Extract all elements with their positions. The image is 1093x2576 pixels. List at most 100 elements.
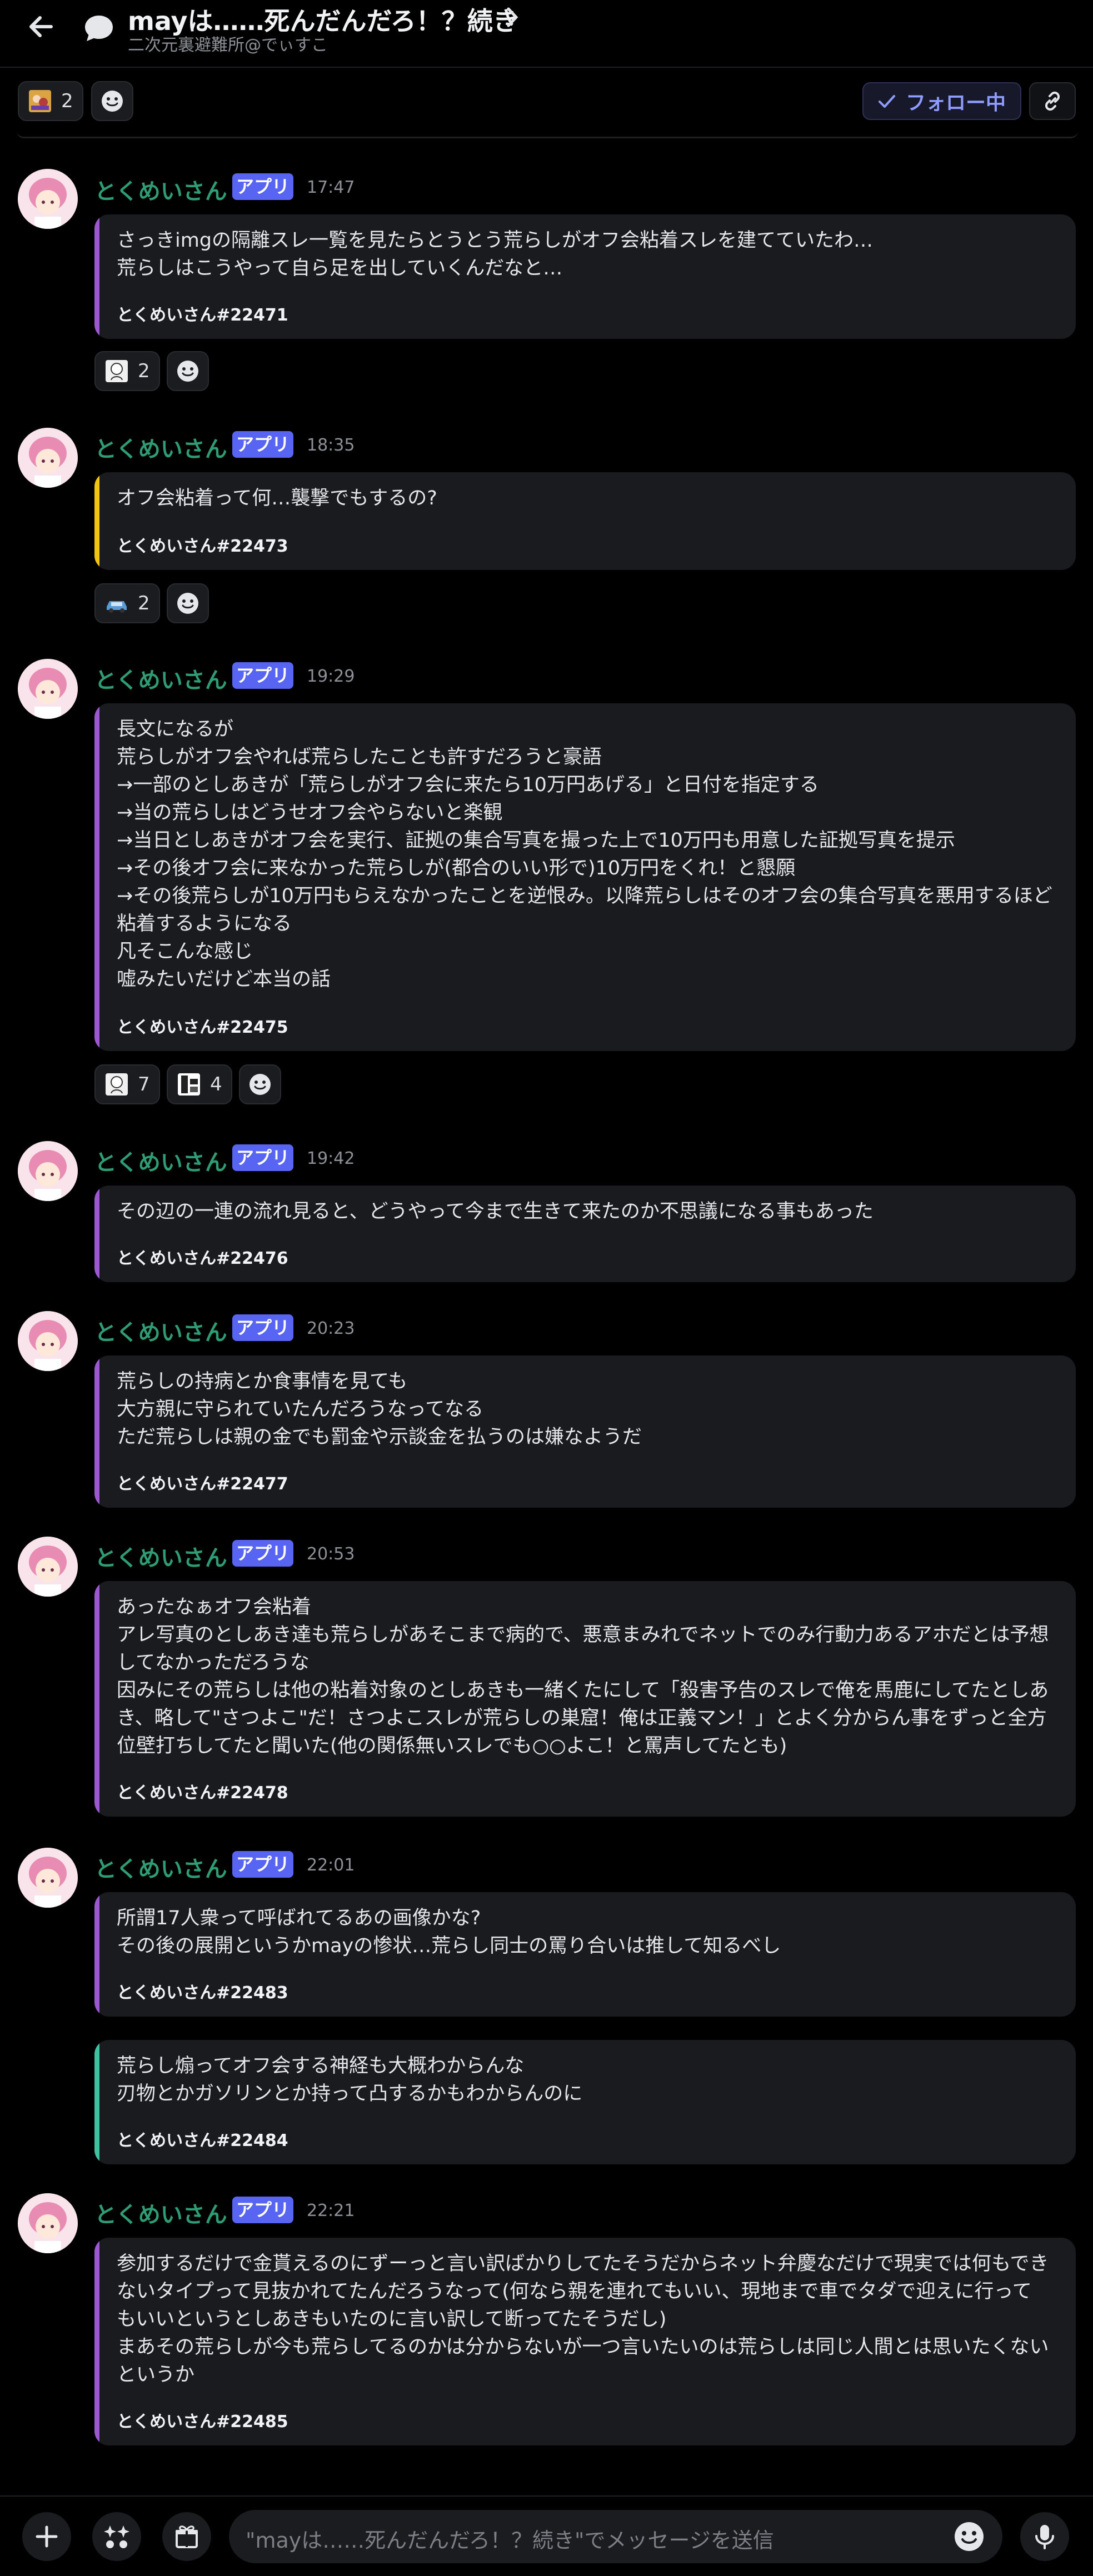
message-line: ないタイプって見抜かれてたんだろうなって(何なら親を連れてもいい、現地まで車でタ… — [117, 2280, 1032, 2303]
author-name[interactable]: とくめいさん — [94, 2197, 227, 2229]
gift-icon — [176, 2525, 198, 2548]
divider — [17, 131, 1078, 138]
card-accent-bar — [94, 703, 99, 1051]
channel-subtitle: 二次元裏避難所@でぃすこ — [128, 36, 328, 55]
message-input[interactable]: "mayは……死んだんだろ！？続き"でメッセージを送信 — [229, 2510, 1002, 2563]
message-line: もいいというとしあきもいたのに言い訳して断ってたそうだし) — [117, 2308, 667, 2330]
smiley-icon — [102, 91, 123, 112]
chevron-right-icon[interactable] — [503, 3, 523, 31]
author-name[interactable]: とくめいさん — [94, 1540, 227, 1572]
reaction-emoji-icon — [29, 90, 51, 112]
card-accent-bar — [94, 2238, 99, 2445]
add-reaction-button[interactable] — [239, 1064, 281, 1104]
timestamp: 18:35 — [307, 436, 355, 455]
back-icon[interactable] — [24, 10, 58, 43]
message-line: 大方親に守られていたんだろうなってなる — [117, 1398, 484, 1420]
author-name[interactable]: とくめいさん — [94, 173, 227, 206]
message-card[interactable]: 荒らしの持病とか食事情を見ても 大方親に守られていたんだろうなってなる ただ荒ら… — [94, 1355, 1076, 1508]
app-badge: アプリ — [232, 662, 293, 689]
message-signature: とくめいさん#22483 — [117, 1983, 288, 2003]
apps-button[interactable] — [92, 2512, 141, 2561]
apps-icon — [104, 2525, 129, 2548]
message-line: 所謂17人衆って呼ばれてるあの画像かな? — [117, 1907, 481, 1929]
message-signature: とくめいさん#22477 — [117, 1474, 288, 1494]
message-input-placeholder: "mayは……死んだんだろ！？続き"でメッセージを送信 — [246, 2528, 774, 2553]
reaction-count: 2 — [138, 592, 150, 614]
plus-button[interactable] — [22, 2512, 71, 2561]
follow-button[interactable]: フォロー中 — [862, 82, 1021, 120]
message-line: →その後オフ会に来なかった荒らしが(都合のいい形で)10万円をくれ！と懇願 — [117, 857, 796, 879]
message-line: 凡そこんな感じ — [117, 941, 253, 963]
emoji-icon — [955, 2522, 984, 2551]
message-card[interactable]: その辺の一連の流れ見ると、どうやって今まで生きて来たのか不思議になる事もあった … — [94, 1186, 1076, 1282]
author-name[interactable]: とくめいさん — [94, 1851, 227, 1883]
app-badge: アプリ — [232, 1314, 293, 1341]
author-name[interactable]: とくめいさん — [94, 1314, 227, 1347]
message-line: 荒らしがオフ会やれば荒らしたことも許すだろうと豪語 — [117, 746, 602, 768]
timestamp: 22:21 — [307, 2201, 355, 2220]
reaction-pill[interactable]: 7 — [94, 1064, 160, 1104]
reaction-pill[interactable]: 2 — [94, 583, 160, 623]
reaction-emoji-icon — [106, 1073, 128, 1096]
app-badge: アプリ — [232, 1144, 293, 1171]
reaction-pill[interactable]: 2 — [18, 81, 83, 121]
avatar[interactable] — [18, 1537, 78, 1597]
app-badge: アプリ — [232, 431, 293, 458]
avatar[interactable] — [18, 428, 78, 488]
author-name[interactable]: とくめいさん — [94, 431, 227, 463]
avatar[interactable] — [18, 169, 78, 229]
copy-link-button[interactable] — [1029, 82, 1076, 120]
avatar[interactable] — [18, 659, 78, 719]
reaction-pill[interactable]: 2 — [94, 351, 160, 391]
check-icon — [879, 95, 895, 108]
smiley-icon — [177, 593, 198, 614]
message-card[interactable]: 参加するだけで金貰えるのにずーっと言い訳ばかりしてたそうだからネット弁慶なだけで… — [94, 2238, 1076, 2445]
message-line: あったなぁオフ会粘着 — [117, 1596, 312, 1618]
author-name[interactable]: とくめいさん — [94, 662, 227, 694]
gift-button[interactable] — [162, 2512, 211, 2561]
message-line: 荒らしはこうやって自ら足を出していくんだなと… — [117, 257, 563, 279]
author-name[interactable]: とくめいさん — [94, 1144, 227, 1177]
add-reaction-button[interactable] — [91, 81, 133, 121]
message-card[interactable]: オフ会粘着って何…襲撃でもするの? とくめいさん#22473 — [94, 472, 1076, 570]
emoji-button[interactable] — [950, 2518, 988, 2555]
message-card[interactable]: 長文になるが 荒らしがオフ会やれば荒らしたことも許すだろうと豪語 →一部のとしあ… — [94, 703, 1076, 1051]
message-line: 因みにその荒らしは他の粘着対象のとしあきも一緒くたにして「殺害予告のスレで俺を馬… — [117, 1679, 1049, 1702]
message-signature: とくめいさん#22485 — [117, 2412, 288, 2432]
channel-header: mayは……死んだんだろ！？続き 二次元裏避難所@でぃすこ — [0, 0, 1093, 68]
card-accent-bar — [94, 1892, 99, 2017]
card-accent-bar — [94, 2040, 99, 2164]
avatar[interactable] — [18, 2193, 78, 2253]
reaction-pill[interactable]: 4 — [167, 1064, 232, 1104]
timestamp: 19:29 — [307, 667, 355, 686]
message-line: さっきimgの隔離スレ一覧を見たらとうとう荒らしがオフ会粘着スレを建てていたわ… — [117, 229, 874, 252]
reaction-emoji-icon — [106, 360, 128, 382]
add-reaction-button[interactable] — [167, 583, 209, 623]
message-card[interactable]: 荒らし煽ってオフ会する神経も大概わからんな 刃物とかガソリンとか持って凸するかも… — [94, 2040, 1076, 2164]
message-line: 参加するだけで金貰えるのにずーっと言い訳ばかりしてたそうだからネット弁慶なだけで… — [117, 2253, 1049, 2275]
card-accent-bar — [94, 1355, 99, 1508]
add-reaction-button[interactable] — [167, 351, 209, 391]
smiley-icon — [249, 1074, 271, 1095]
message-line: オフ会粘着って何…襲撃でもするの? — [117, 487, 437, 509]
message-line: →一部のとしあきが「荒らしがオフ会に来たら10万円あげる」と日付を指定する — [117, 774, 819, 796]
avatar[interactable] — [18, 1848, 78, 1908]
message-signature: とくめいさん#22475 — [117, 1018, 288, 1037]
voice-button[interactable] — [1020, 2512, 1069, 2561]
message-signature: とくめいさん#22476 — [117, 1249, 288, 1268]
avatar[interactable] — [18, 1311, 78, 1371]
plus-icon — [36, 2525, 58, 2548]
follow-label: フォロー中 — [906, 92, 1006, 114]
message-line: 粘着するようになる — [117, 913, 292, 935]
message-signature: とくめいさん#22478 — [117, 1783, 288, 1803]
app-badge: アプリ — [232, 2197, 293, 2223]
message-card[interactable]: あったなぁオフ会粘着 アレ写真のとしあき達も荒らしがあそこまで病的で、悪意まみれ… — [94, 1581, 1076, 1817]
message-card[interactable]: 所謂17人衆って呼ばれてるあの画像かな? その後の展開というかmayの惨状…荒ら… — [94, 1892, 1076, 2017]
card-accent-bar — [94, 1581, 99, 1817]
message-line: というか — [117, 2364, 195, 2386]
message-signature: とくめいさん#22473 — [117, 537, 288, 556]
message-line: 長文になるが — [117, 718, 234, 741]
message-card[interactable]: さっきimgの隔離スレ一覧を見たらとうとう荒らしがオフ会粘着スレを建てていたわ…… — [94, 214, 1076, 339]
message-line: アレ写真のとしあき達も荒らしがあそこまで病的で、悪意まみれでネットでのみ行動力あ… — [117, 1624, 1049, 1646]
avatar[interactable] — [18, 1141, 78, 1201]
